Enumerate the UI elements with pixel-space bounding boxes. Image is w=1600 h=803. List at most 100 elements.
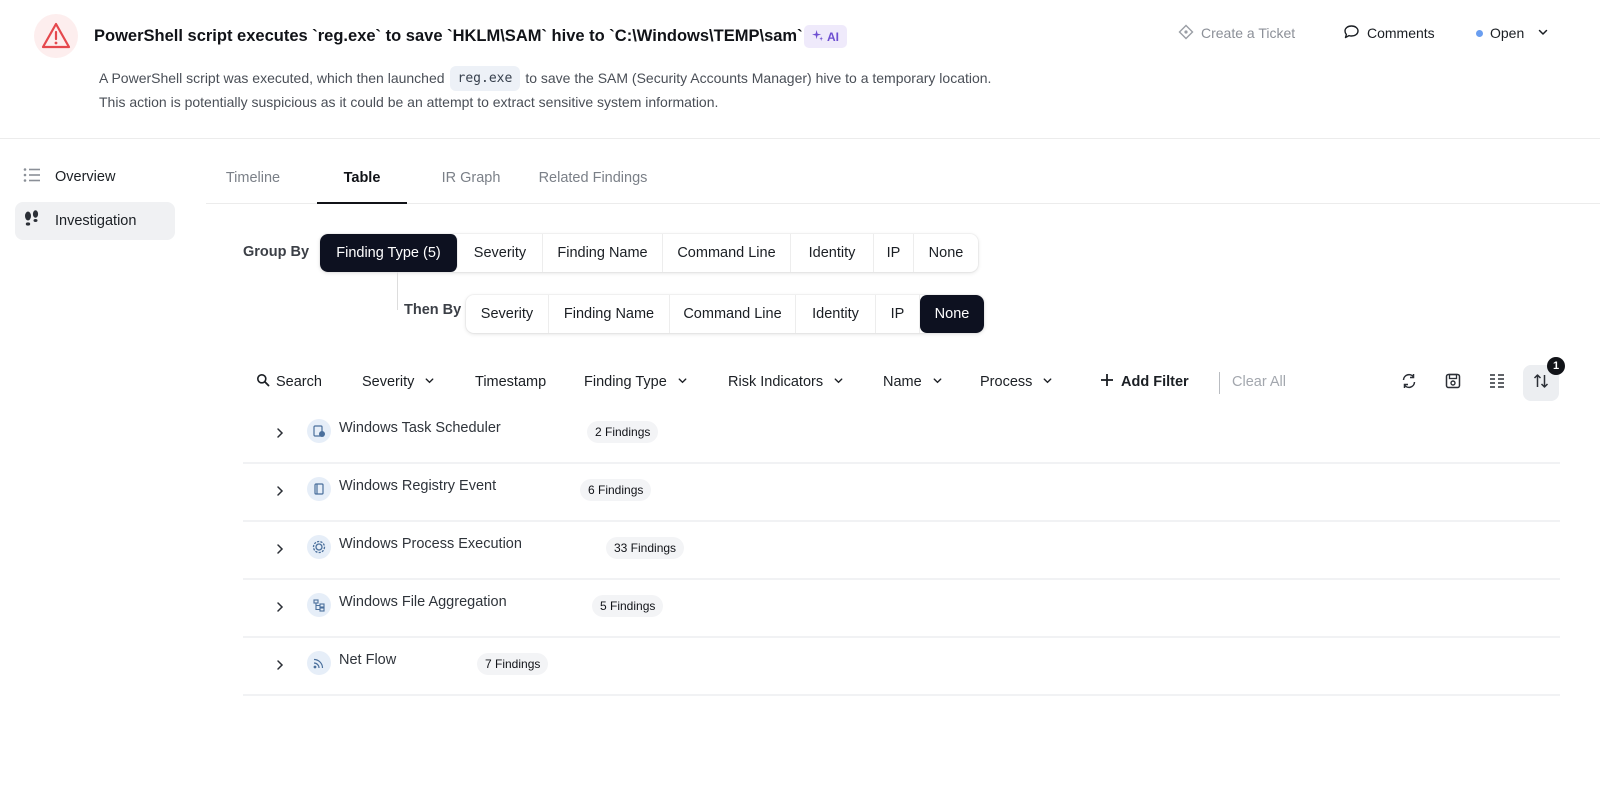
comments-label: Comments: [1367, 25, 1435, 41]
group-by-label: Group By: [243, 244, 310, 260]
sparkle-icon: [812, 29, 823, 44]
ai-badge[interactable]: AI: [804, 25, 847, 48]
findings-count-badge: 6 Findings: [580, 479, 652, 501]
then-by-label: Then By: [404, 302, 462, 318]
chevron-down-icon: [932, 374, 943, 390]
ai-badge-label: AI: [827, 29, 839, 44]
findings-count-badge: 7 Findings: [477, 653, 549, 675]
chevron-right-icon[interactable]: [275, 542, 285, 560]
search-label: Search: [276, 374, 322, 390]
then-by-segmented-control: Severity Finding Name Command Line Ident…: [466, 295, 984, 333]
nav-item-label: Investigation: [55, 213, 137, 229]
group-row-file-aggregation[interactable]: Windows File Aggregation 5 Findings: [243, 580, 1560, 638]
chevron-down-icon: [1537, 25, 1549, 41]
tab-ir-graph[interactable]: IR Graph: [436, 162, 506, 204]
group-row-registry-event[interactable]: Windows Registry Event 6 Findings: [243, 464, 1560, 522]
code-chip: reg.exe: [449, 66, 521, 91]
severity-filter[interactable]: Severity: [362, 370, 435, 394]
create-ticket-button[interactable]: Create a Ticket: [1178, 22, 1295, 44]
findings-count-badge: 5 Findings: [592, 595, 664, 617]
columns-icon: [1488, 372, 1506, 395]
nav-item-overview[interactable]: Overview: [15, 158, 175, 196]
add-filter-button[interactable]: Add Filter: [1099, 370, 1189, 394]
process-filter[interactable]: Process: [980, 370, 1053, 394]
then-by-option-finding-name[interactable]: Finding Name: [549, 295, 670, 333]
list-icon: [23, 167, 41, 187]
search-filter[interactable]: Search: [256, 370, 322, 394]
alert-description: A PowerShell script was executed, which …: [99, 66, 991, 114]
save-icon: [1444, 372, 1462, 395]
save-view-button[interactable]: [1435, 365, 1471, 401]
comments-button[interactable]: Comments: [1343, 22, 1435, 44]
chevron-right-icon[interactable]: [275, 426, 285, 444]
name-filter[interactable]: Name: [883, 370, 943, 394]
ticket-diamond-icon: [1178, 24, 1194, 43]
timestamp-filter-label: Timestamp: [475, 374, 547, 390]
group-by-segmented-control: Finding Type (5) Severity Finding Name C…: [320, 234, 978, 272]
group-row-process-execution[interactable]: Windows Process Execution 33 Findings: [243, 522, 1560, 580]
sort-count-badge: 1: [1547, 357, 1565, 375]
nav-item-label: Overview: [55, 169, 116, 185]
risk-indicators-filter[interactable]: Risk Indicators: [728, 370, 844, 394]
then-by-option-ip[interactable]: IP: [876, 295, 920, 333]
chevron-down-icon: [677, 374, 688, 390]
timestamp-filter[interactable]: Timestamp: [475, 370, 546, 394]
file-tree-icon: [307, 593, 331, 617]
alert-header: PowerShell script executes `reg.exe` to …: [0, 0, 1600, 139]
group-by-option-command-line[interactable]: Command Line: [663, 234, 791, 272]
status-dot-icon: [1476, 29, 1483, 37]
chevron-right-icon[interactable]: [275, 658, 285, 676]
risk-indicators-filter-label: Risk Indicators: [728, 374, 824, 390]
tab-timeline[interactable]: Timeline: [218, 162, 288, 204]
comment-bubble-icon: [1343, 24, 1360, 43]
group-by-option-identity[interactable]: Identity: [791, 234, 874, 272]
group-row-net-flow[interactable]: Net Flow 7 Findings: [243, 638, 1560, 696]
finding-type-filter[interactable]: Finding Type: [584, 370, 688, 394]
then-by-option-identity[interactable]: Identity: [796, 295, 876, 333]
tab-related-findings[interactable]: Related Findings: [534, 162, 652, 204]
then-by-option-none[interactable]: None: [920, 295, 984, 333]
chevron-right-icon[interactable]: [275, 484, 285, 502]
description-text-pre: A PowerShell script was executed, which …: [99, 70, 445, 86]
chevron-right-icon[interactable]: [275, 600, 285, 618]
columns-button[interactable]: [1479, 365, 1515, 401]
sort-arrows-icon: [1532, 372, 1550, 395]
findings-count-badge: 2 Findings: [587, 421, 659, 443]
group-by-option-severity[interactable]: Severity: [458, 234, 543, 272]
then-by-option-severity[interactable]: Severity: [466, 295, 549, 333]
group-row-task-scheduler[interactable]: Windows Task Scheduler 2 Findings: [243, 406, 1560, 464]
group-row-name: Windows Process Execution: [339, 536, 522, 552]
name-filter-label: Name: [883, 374, 922, 390]
group-by-option-none[interactable]: None: [914, 234, 978, 272]
chevron-down-icon: [424, 374, 435, 390]
group-by-option-finding-name[interactable]: Finding Name: [543, 234, 663, 272]
then-by-option-command-line[interactable]: Command Line: [670, 295, 796, 333]
warning-triangle-icon: [34, 14, 78, 58]
findings-count-badge: 33 Findings: [606, 537, 685, 559]
clear-all-button[interactable]: Clear All: [1232, 370, 1286, 394]
registry-icon: [307, 477, 331, 501]
group-by-option-ip[interactable]: IP: [874, 234, 914, 272]
process-gear-icon: [307, 535, 331, 559]
task-scheduler-icon: [307, 419, 331, 443]
refresh-icon: [1400, 372, 1418, 395]
description-line-2: This action is potentially suspicious as…: [99, 94, 719, 110]
nav-item-investigation[interactable]: Investigation: [15, 202, 175, 240]
refresh-button[interactable]: [1391, 365, 1427, 401]
chevron-down-icon: [1042, 374, 1053, 390]
status-dropdown[interactable]: Open: [1476, 22, 1549, 44]
chevron-down-icon: [833, 374, 844, 390]
group-by-option-finding-type[interactable]: Finding Type (5): [320, 234, 458, 272]
view-tabs: Timeline Table IR Graph Related Findings: [206, 162, 1600, 204]
group-row-name: Net Flow: [339, 652, 397, 668]
footprints-icon: [23, 210, 41, 232]
plus-icon: [1099, 372, 1115, 392]
group-row-name: Windows File Aggregation: [339, 594, 507, 610]
tab-table[interactable]: Table: [317, 162, 407, 204]
finding-type-filter-label: Finding Type: [584, 374, 667, 390]
status-label: Open: [1490, 25, 1525, 41]
search-icon: [256, 373, 270, 391]
filter-divider: [1219, 372, 1220, 394]
then-by-connector: [397, 272, 398, 310]
severity-filter-label: Severity: [362, 374, 415, 390]
